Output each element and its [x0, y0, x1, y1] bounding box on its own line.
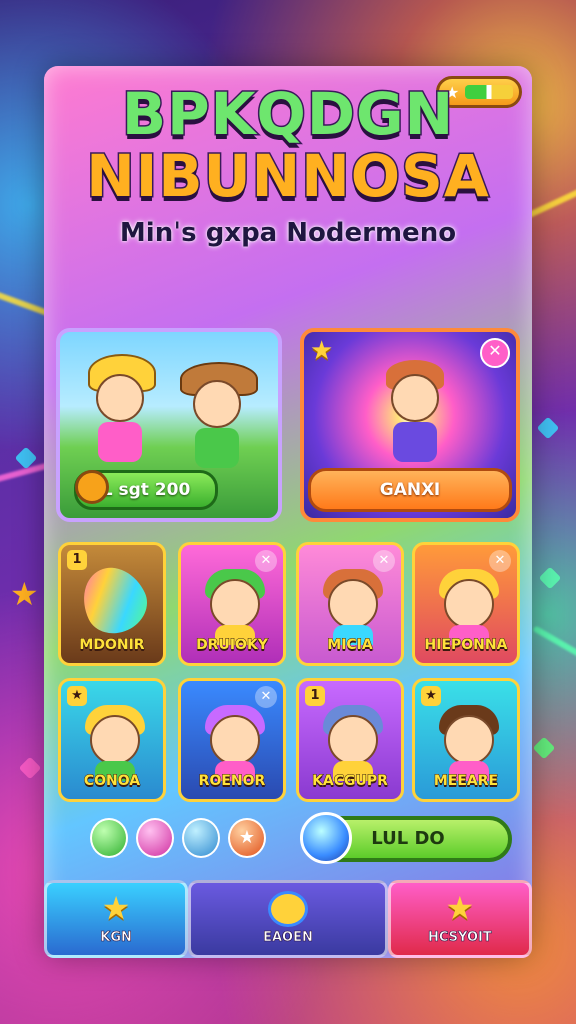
character-tile[interactable]: ★ MEEARE [412, 678, 520, 802]
kid-character [88, 354, 156, 464]
feather-icon [71, 556, 157, 644]
tile-label: MEEARE [433, 773, 499, 790]
tile-label: DRUIOKY [196, 637, 269, 654]
star-icon: ★ [67, 686, 87, 706]
character-tile[interactable]: ✕ MICIA [296, 542, 404, 666]
close-icon[interactable]: ✕ [480, 338, 510, 368]
character-tile[interactable]: ✕ HIEPONNA [412, 542, 520, 666]
featured-label: GANⅪ [379, 480, 441, 500]
coin-icon [75, 470, 109, 504]
pink-gem-button[interactable] [136, 818, 174, 858]
tile-label: HIEPONNA [424, 637, 508, 654]
character-tile[interactable]: ★ CONOA [58, 678, 166, 802]
nav-label: HCSYOIT [428, 930, 492, 946]
sparkle-gem [532, 736, 556, 760]
kid-character [382, 360, 448, 470]
tile-label: CONOA [83, 773, 141, 790]
level-badge: 1 [305, 686, 325, 706]
nav-label: KGN [100, 930, 132, 946]
featured-label: L sgt 200 [101, 480, 191, 500]
featured-card-magic[interactable]: ★ ✕ GANⅪ [300, 328, 520, 522]
character-tile[interactable]: 1 KACGUPR [296, 678, 404, 802]
bottom-nav: ★ KGN EAOEN ★ HCSYOIT [44, 880, 532, 958]
play-button[interactable]: LUL DO [300, 812, 512, 864]
close-icon[interactable]: ✕ [255, 686, 277, 708]
close-icon[interactable]: ✕ [373, 550, 395, 572]
nav-label: EAOEN [263, 930, 313, 946]
star-icon: ★ [421, 686, 441, 706]
game-subtitle: Minˈs gxpa Nodermeno [119, 218, 457, 248]
game-title-line2: NIBUNNOSA [85, 141, 490, 212]
star-icon: ★ [310, 336, 334, 366]
close-icon[interactable]: ✕ [489, 550, 511, 572]
star-icon: ★ [10, 575, 39, 613]
play-label: LUL DO [371, 828, 445, 849]
tile-label: MICIA [327, 637, 373, 654]
sparkle-gem [538, 566, 562, 590]
tile-label: MDONIR [79, 637, 145, 654]
star-icon: ★ [101, 889, 131, 927]
close-icon[interactable]: ✕ [255, 550, 277, 572]
blue-egg-button[interactable] [182, 818, 220, 858]
character-tile[interactable]: ✕ DRUIOKY [178, 542, 286, 666]
tile-label: ROENOR [198, 773, 266, 790]
game-title-line1: BPKQDGN [120, 79, 455, 150]
light-ray [532, 625, 576, 661]
nav-item-inbox[interactable]: EAOEN [188, 880, 388, 958]
character-tile[interactable]: ✕ ROENOR [178, 678, 286, 802]
nav-item-history[interactable]: ★ HCSYOIT [387, 880, 532, 958]
featured-game-pill[interactable]: GANⅪ [308, 468, 512, 512]
star-icon: ★ [445, 889, 475, 927]
green-orb-button[interactable] [90, 818, 128, 858]
kid-character [180, 362, 258, 472]
nav-item-home[interactable]: ★ KGN [44, 880, 189, 958]
sparkle-gem [18, 756, 42, 780]
level-badge: 1 [67, 550, 87, 570]
sparkle-gem [536, 416, 560, 440]
star-orb-button[interactable]: ★ [228, 818, 266, 858]
featured-play-pill[interactable]: L sgt 200 [74, 470, 218, 510]
inbox-icon [268, 891, 308, 927]
character-tile[interactable]: 1 MDONIR [58, 542, 166, 666]
featured-card-adventure[interactable]: L sgt 200 [56, 328, 282, 522]
tile-label: KACGUPR [312, 773, 389, 790]
gem-icon [300, 812, 352, 864]
